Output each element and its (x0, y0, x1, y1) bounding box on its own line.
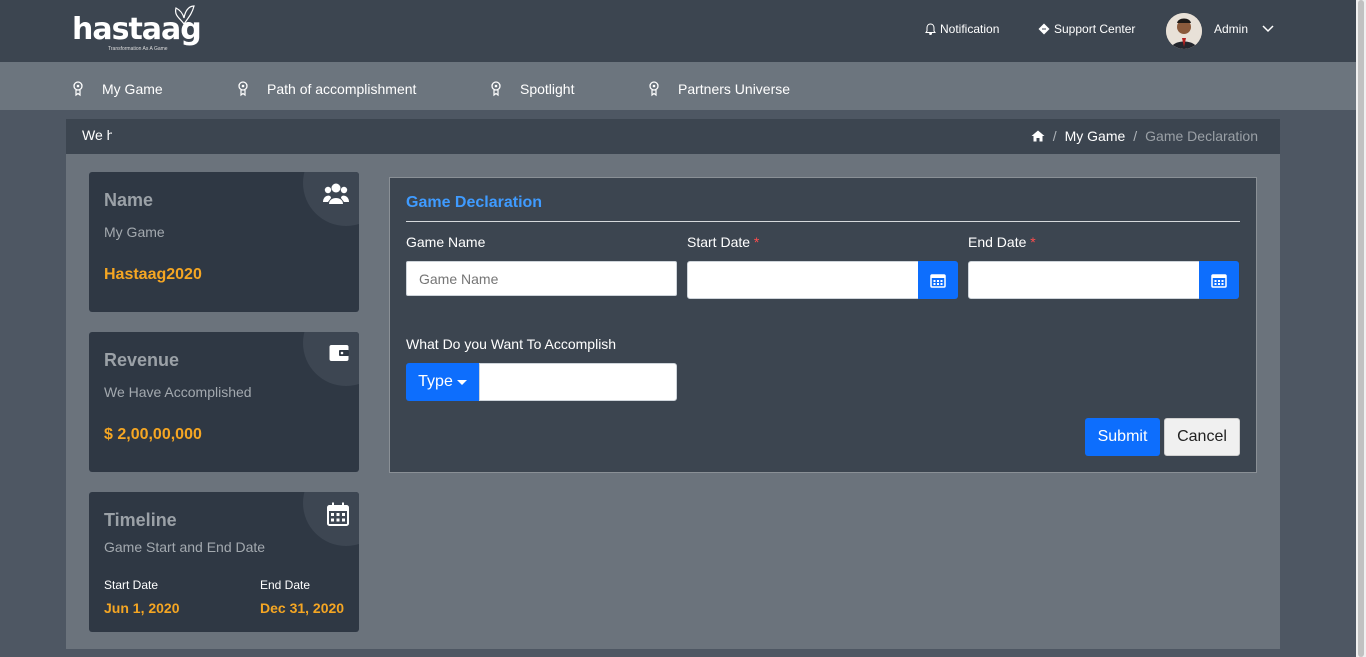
support-center-link[interactable]: Support Center (1038, 22, 1135, 36)
submit-button[interactable]: Submit (1085, 418, 1160, 456)
nav-item-path-of-accomplishment[interactable]: Path of accomplishment (237, 81, 416, 97)
top-header: hastaag Transformation As A Game Notific… (0, 0, 1356, 62)
calendar-icon (327, 502, 349, 526)
ticket-icon (1038, 23, 1050, 35)
timeline-start-label: Start Date (104, 578, 159, 592)
scrollbar-thumb[interactable] (1358, 0, 1364, 657)
timeline-end-label: End Date (260, 578, 311, 592)
award-pin-icon (649, 81, 659, 97)
nav-item-my-game[interactable]: My Game (72, 81, 163, 97)
nav-item-label: My Game (102, 81, 163, 97)
required-mark: * (753, 234, 760, 250)
award-pin-icon (238, 81, 248, 97)
end-date-label-text: End Date (968, 234, 1027, 250)
card-subtitle: Game Start and End Date (104, 539, 266, 555)
users-icon (323, 183, 349, 204)
breadcrumb: / My Game / Game Declaration (1031, 128, 1258, 144)
start-date-label: Start Date * (687, 234, 759, 250)
brand-logo[interactable]: hastaag Transformation As A Game (72, 5, 202, 54)
user-avatar[interactable] (1166, 13, 1202, 49)
notification-link[interactable]: Notification (925, 22, 999, 36)
cancel-button[interactable]: Cancel (1164, 418, 1240, 456)
timeline-start-value: Jun 1, 2020 (104, 600, 180, 616)
breadcrumb-bar: We h / My Game / Game Declaration (66, 119, 1280, 154)
user-menu[interactable]: Admin (1214, 22, 1274, 36)
card-title: Name (104, 190, 154, 210)
page-scrollbar[interactable] (1356, 0, 1366, 657)
game-declaration-form: Game Declaration Game Name Start Date * … (389, 177, 1257, 473)
brand-tagline: Transformation As A Game (108, 46, 168, 52)
required-mark: * (1030, 234, 1036, 250)
end-date-label: End Date * (968, 234, 1036, 250)
nav-item-label: Spotlight (520, 81, 575, 97)
scrolling-message: We h (82, 127, 112, 143)
calendar-icon (1211, 274, 1227, 288)
breadcrumb-separator: / (1052, 128, 1057, 144)
caret-down-icon (456, 379, 467, 385)
end-date-picker-button[interactable] (1199, 261, 1239, 299)
revenue-card: Revenue We Have Accomplished $ 2,00,00,0… (89, 332, 359, 472)
card-title: Timeline (104, 510, 177, 530)
game-name-label: Game Name (406, 234, 486, 250)
card-subtitle: My Game (104, 224, 165, 240)
breadcrumb-current: Game Declaration (1145, 128, 1258, 144)
bell-icon (925, 23, 936, 35)
butterfly-icon (175, 5, 195, 26)
start-date-label-text: Start Date (687, 234, 751, 250)
card-title: Revenue (104, 350, 180, 370)
name-card: Name My Game Hastaag2020 (89, 172, 359, 312)
form-title-divider (406, 221, 1240, 222)
nav-item-partners-universe[interactable]: Partners Universe (648, 81, 790, 97)
home-icon[interactable] (1031, 130, 1045, 142)
card-subtitle: We Have Accomplished (104, 384, 252, 400)
card-value: $ 2,00,00,000 (104, 426, 202, 443)
card-value: Hastaag2020 (104, 266, 202, 283)
type-dropdown-label: Type (418, 373, 453, 390)
timeline-card: Timeline Game Start and End Date Start D… (89, 492, 359, 632)
breadcrumb-separator: / (1133, 128, 1138, 144)
start-date-picker-button[interactable] (918, 261, 958, 299)
notification-label: Notification (940, 22, 1000, 36)
user-avatar-image (1166, 13, 1202, 49)
type-dropdown-button[interactable]: Type (406, 363, 479, 401)
form-title: Game Declaration (406, 194, 543, 211)
timeline-end-value: Dec 31, 2020 (260, 600, 345, 616)
award-pin-icon (73, 81, 83, 97)
calendar-icon (930, 274, 946, 288)
game-name-input[interactable] (406, 261, 677, 296)
nav-item-label: Partners Universe (678, 81, 791, 97)
main-nav: My Game Path of accomplishment Spotlight… (0, 62, 1356, 110)
award-pin-icon (491, 81, 501, 97)
user-name: Admin (1214, 22, 1249, 36)
chevron-down-icon (1262, 25, 1274, 33)
main-content: We h / My Game / Game Declaration Name M… (66, 119, 1280, 649)
breadcrumb-my-game[interactable]: My Game (1065, 128, 1126, 144)
accomplish-input[interactable] (479, 363, 677, 401)
support-center-label: Support Center (1054, 22, 1136, 36)
start-date-input[interactable] (687, 261, 919, 299)
end-date-input[interactable] (968, 261, 1200, 299)
nav-item-spotlight[interactable]: Spotlight (490, 81, 574, 97)
wallet-icon (329, 345, 349, 361)
accomplish-label: What Do you Want To Accomplish (406, 336, 617, 352)
nav-item-label: Path of accomplishment (267, 81, 417, 97)
